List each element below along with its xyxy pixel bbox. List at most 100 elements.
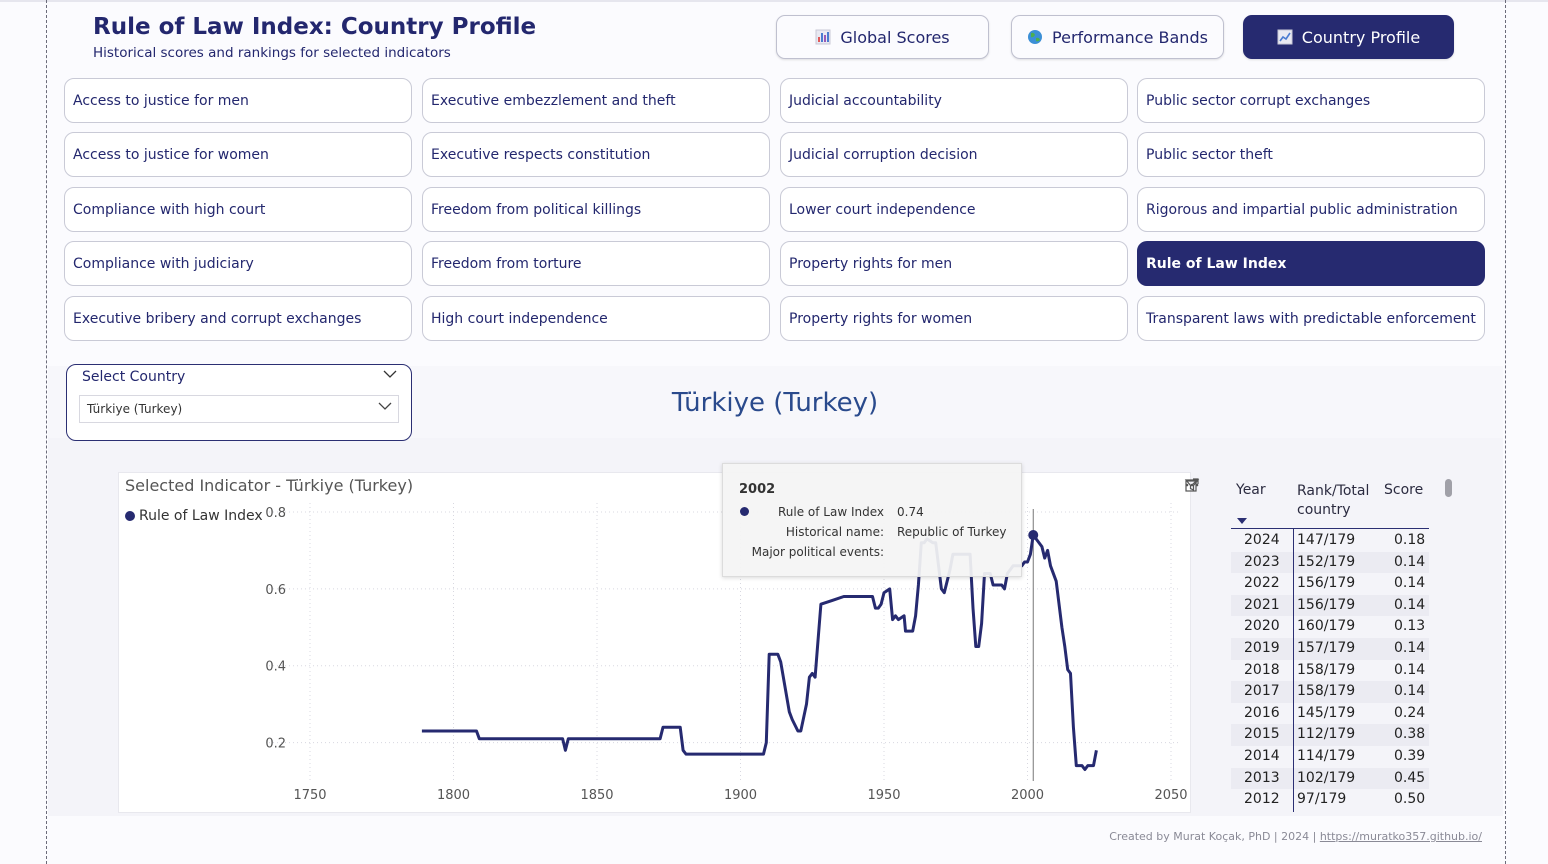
indicator-button-access-to-justice-for-men[interactable]: Access to justice for men — [64, 78, 412, 123]
x-tick-label: 2000 — [1011, 788, 1044, 803]
tooltip-label-index: Rule of Law Index — [777, 505, 884, 519]
tooltip-label-political-events: Major political events: — [751, 545, 884, 559]
table-scrollbar[interactable] — [1445, 479, 1452, 497]
score-cell: 0.14 — [1394, 661, 1426, 678]
indicator-button-executive-embezzlement-and-theft[interactable]: Executive embezzlement and theft — [422, 78, 770, 123]
table-row[interactable]: 2016 145/179 0.24 — [1231, 703, 1429, 725]
indicator-button-transparent-laws-with-predictable-enforcement[interactable]: Transparent laws with predictable enforc… — [1137, 296, 1485, 341]
global-scores-button[interactable]: Global Scores — [776, 15, 989, 59]
country-dropdown[interactable]: Türkiye (Turkey) — [79, 395, 399, 423]
rank-cell: 160/179 — [1297, 618, 1356, 635]
line-chart-icon — [1277, 29, 1293, 45]
score-cell: 0.39 — [1394, 748, 1426, 764]
column-header-year[interactable]: Year — [1236, 482, 1266, 498]
indicator-line-chart[interactable]: Selected Indicator - Türkiye (Turkey) Ru… — [118, 472, 1200, 814]
rank-cell: 145/179 — [1297, 704, 1356, 721]
rank-cell: 147/179 — [1297, 532, 1356, 548]
x-tick-label: 1900 — [724, 788, 757, 803]
indicator-button-compliance-with-judiciary[interactable]: Compliance with judiciary — [64, 241, 412, 286]
country-title: Türkiye (Turkey) — [671, 388, 879, 418]
table-row[interactable]: 2012 97/179 0.50 — [1231, 789, 1429, 811]
table-row[interactable]: 2023 152/179 0.14 — [1231, 551, 1429, 574]
score-cell: 0.50 — [1394, 791, 1426, 808]
indicator-button-judicial-corruption-decision[interactable]: Judicial corruption decision — [780, 132, 1128, 177]
report-canvas: Rule of Law Index: Country Profile Histo… — [0, 0, 1548, 864]
rank-cell: 157/179 — [1297, 640, 1356, 656]
table-row[interactable]: 2013 102/179 0.45 — [1231, 767, 1429, 790]
table-row[interactable]: 2024 147/179 0.18 — [1231, 530, 1429, 552]
score-cell: 0.18 — [1394, 532, 1426, 548]
score-cell: 0.14 — [1394, 640, 1426, 656]
y-tick-label: 0.6 — [265, 583, 286, 598]
slicer-label: Select Country — [82, 369, 186, 385]
rank-cell: 97/179 — [1297, 791, 1347, 808]
indicator-button-executive-respects-constitution[interactable]: Executive respects constitution — [422, 132, 770, 177]
chart-plot-area[interactable]: 0.2 0.4 0.6 0.8 1750 1800 1850 1900 1950 2000 2050 — [119, 473, 1192, 814]
rank-cell: 156/179 — [1297, 596, 1356, 613]
performance-bands-label: Performance Bands — [1052, 27, 1208, 47]
score-cell: 0.38 — [1394, 726, 1426, 743]
indicator-button-rigorous-and-impartial-public-administration[interactable]: Rigorous and impartial public administra… — [1137, 187, 1485, 232]
indicator-button-public-sector-corrupt-exchanges[interactable]: Public sector corrupt exchanges — [1137, 78, 1485, 123]
column-header-rank[interactable]: Rank/Total country — [1297, 482, 1377, 520]
rank-cell: 152/179 — [1297, 553, 1356, 570]
x-tick-label: 1800 — [437, 788, 470, 803]
indicator-button-freedom-from-torture[interactable]: Freedom from torture — [422, 241, 770, 286]
year-cell: 2020 — [1244, 618, 1280, 635]
indicator-button-access-to-justice-for-women[interactable]: Access to justice for women — [64, 132, 412, 177]
indicator-button-compliance-with-high-court[interactable]: Compliance with high court — [64, 187, 412, 232]
year-cell: 2013 — [1244, 769, 1280, 786]
column-header-score[interactable]: Score — [1384, 482, 1423, 498]
country-slicer: Select Country Türkiye (Turkey) — [66, 364, 412, 441]
rank-score-table[interactable]: Year Rank/Total country Score 2024 147/17… — [1231, 476, 1431, 812]
indicator-button-public-sector-theft[interactable]: Public sector theft — [1137, 132, 1485, 177]
indicator-button-lower-court-independence[interactable]: Lower court independence — [780, 187, 1128, 232]
indicator-button-property-rights-for-women[interactable]: Property rights for women — [780, 296, 1128, 341]
indicator-button-freedom-from-political-killings[interactable]: Freedom from political killings — [422, 187, 770, 232]
indicator-button-judicial-accountability[interactable]: Judicial accountability — [780, 78, 1128, 123]
highlighted-data-point — [1028, 530, 1039, 541]
x-tick-label: 2050 — [1154, 788, 1187, 803]
year-cell: 2016 — [1244, 704, 1280, 721]
table-row[interactable]: 2018 158/179 0.14 — [1231, 660, 1429, 682]
table-row[interactable]: 2014 114/179 0.39 — [1231, 746, 1429, 768]
indicator-button-high-court-independence[interactable]: High court independence — [422, 296, 770, 341]
table-row[interactable]: 2022 156/179 0.14 — [1231, 573, 1429, 595]
indicator-button-executive-bribery-and-corrupt-exchanges[interactable]: Executive bribery and corrupt exchanges — [64, 296, 412, 341]
rank-cell: 112/179 — [1297, 726, 1356, 743]
footer-link[interactable]: https://muratko357.github.io/ — [1320, 830, 1482, 843]
footer-credit: Created by Murat Koçak, PhD | 2024 | htt… — [1109, 830, 1482, 843]
page-border-left — [46, 0, 47, 864]
country-profile-label: Country Profile — [1301, 27, 1421, 47]
slicer-collapse-chevron-icon[interactable] — [383, 368, 397, 382]
year-cell: 2024 — [1244, 532, 1280, 548]
year-cell: 2012 — [1244, 791, 1280, 808]
x-tick-label: 1850 — [580, 788, 613, 803]
table-row[interactable]: 2015 112/179 0.38 — [1231, 724, 1429, 746]
rank-cell: 114/179 — [1297, 748, 1356, 764]
table-row[interactable]: 2020 160/179 0.13 — [1231, 616, 1429, 638]
y-tick-label: 0.2 — [265, 737, 286, 752]
score-cell: 0.14 — [1394, 596, 1426, 613]
x-tick-label: 1750 — [293, 788, 326, 803]
rank-cell: 158/179 — [1297, 683, 1356, 700]
year-cell: 2014 — [1244, 748, 1280, 764]
chart-tooltip: 2002 Rule of Law Index 0.74 Historical n… — [722, 463, 1022, 577]
header-divider — [1231, 528, 1429, 529]
score-cell: 0.14 — [1394, 575, 1426, 592]
indicator-button-property-rights-for-men[interactable]: Property rights for men — [780, 241, 1128, 286]
table-row[interactable]: 2021 156/179 0.14 — [1231, 594, 1429, 617]
y-tick-label: 0.4 — [265, 660, 286, 675]
sort-descending-icon[interactable] — [1237, 518, 1247, 524]
performance-bands-button[interactable]: Performance Bands — [1011, 15, 1224, 59]
year-cell: 2015 — [1244, 726, 1280, 743]
tooltip-label-historical-name: Historical name: — [785, 525, 884, 539]
indicator-button-rule-of-law-index[interactable]: Rule of Law Index — [1137, 241, 1485, 286]
score-cell: 0.13 — [1394, 618, 1426, 635]
footer-text: Created by Murat Koçak, PhD | 2024 | — [1109, 830, 1320, 843]
table-row[interactable]: 2017 158/179 0.14 — [1231, 681, 1429, 703]
tooltip-year: 2002 — [739, 482, 776, 497]
page-title: Rule of Law Index: Country Profile — [93, 14, 537, 40]
country-profile-button[interactable]: Country Profile — [1243, 15, 1454, 59]
table-row[interactable]: 2019 157/179 0.14 — [1231, 638, 1429, 660]
